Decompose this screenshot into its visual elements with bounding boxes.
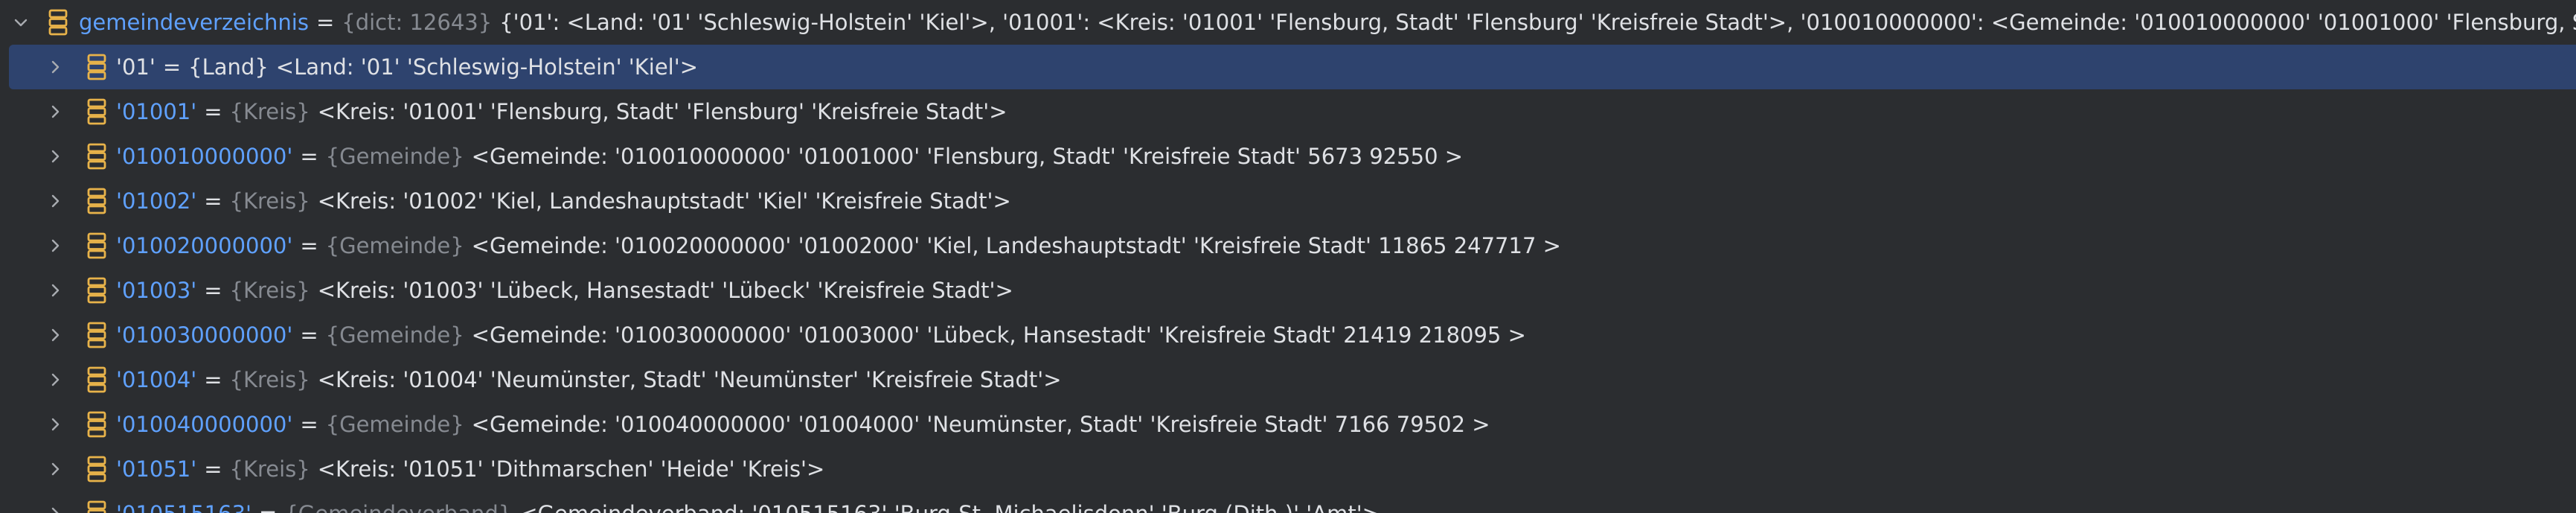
tree-row[interactable]: '010030000000' = {Gemeinde} <Gemeinde: '010…: [0, 313, 2576, 357]
variable-value: <Kreis: '01003' 'Lübeck, Hansestadt' 'Lü…: [317, 278, 1013, 303]
chevron-down-icon[interactable]: [6, 7, 36, 37]
variable-value: <Kreis: '01001' 'Flensburg, Stadt' 'Flen…: [317, 99, 1007, 124]
chevron-right-icon[interactable]: [40, 186, 70, 216]
chevron-right-icon[interactable]: [40, 52, 70, 82]
tree-row[interactable]: '01004' = {Kreis} <Kreis: '01004' 'Neumünst…: [0, 357, 2576, 402]
variable-type: {Kreis}: [229, 456, 310, 482]
variable-type: {Gemeinde}: [325, 144, 464, 169]
tree-row[interactable]: '01001' = {Kreis} <Kreis: '01001' 'Flensbur…: [0, 89, 2576, 134]
variable-type: {Land}: [188, 54, 269, 80]
chevron-right-icon[interactable]: [40, 141, 70, 171]
tree-row-text: '01003' = {Kreis} <Kreis: '01003' 'Lübeck, …: [116, 268, 1013, 313]
equals-sign: =: [300, 412, 318, 437]
equals-sign: =: [204, 278, 222, 303]
variable-icon: [85, 320, 109, 350]
tree-row-text: '010030000000' = {Gemeinde} <Gemeinde: '010…: [116, 313, 1526, 357]
tree-row-text: '01002' = {Kreis} <Kreis: '01002' 'Kiel, La…: [116, 179, 1011, 223]
tree-row[interactable]: '010040000000' = {Gemeinde} <Gemeinde: '010…: [0, 402, 2576, 447]
variable-type: {Kreis}: [229, 99, 310, 124]
tree-row[interactable]: '01003' = {Kreis} <Kreis: '01003' 'Lübeck, …: [0, 268, 2576, 313]
tree-row-text: '010515163' = {Gemeindeverband} <Gemeindeve…: [116, 491, 1380, 513]
equals-sign: =: [300, 322, 318, 348]
equals-sign: =: [300, 144, 318, 169]
tree-row[interactable]: '010515163' = {Gemeindeverband} <Gemeindeve…: [0, 491, 2576, 513]
variable-icon: [85, 231, 109, 261]
tree-row-text: '010040000000' = {Gemeinde} <Gemeinde: '010…: [116, 402, 1490, 447]
variable-type: {Gemeinde}: [325, 412, 464, 437]
variable-type: {Gemeinde}: [325, 233, 464, 258]
variable-icon: [46, 7, 70, 37]
variable-name: '010040000000': [116, 412, 293, 437]
chevron-right-icon[interactable]: [40, 97, 70, 127]
equals-sign: =: [204, 456, 222, 482]
variable-value: <Gemeindeverband: '010515163' 'Burg-St. …: [519, 501, 1380, 513]
tree-row[interactable]: '01' = {Land} <Land: '01' 'Schleswig-Holste…: [9, 45, 2576, 89]
equals-sign: =: [204, 188, 222, 214]
chevron-right-icon[interactable]: [40, 231, 70, 261]
tree-row-text: gemeindeverzeichnis = {dict: 12643} {'01…: [79, 0, 2576, 45]
variable-icon: [85, 365, 109, 395]
variable-icon: [85, 186, 109, 216]
variable-icon: [85, 410, 109, 439]
tree-row-text: '01004' = {Kreis} <Kreis: '01004' 'Neumünst…: [116, 357, 1062, 402]
variable-icon: [85, 454, 109, 484]
tree-row-text: '01001' = {Kreis} <Kreis: '01001' 'Flensbur…: [116, 89, 1007, 134]
equals-sign: =: [315, 10, 335, 35]
variable-value: <Gemeinde: '010010000000' '01001000' 'Fl…: [471, 144, 1464, 169]
variable-value: <Land: '01' 'Schleswig-Holstein' 'Kiel'>: [275, 54, 698, 80]
chevron-right-icon[interactable]: [40, 410, 70, 439]
equals-sign: =: [259, 501, 277, 513]
variable-name: gemeindeverzeichnis: [79, 10, 309, 35]
chevron-right-icon[interactable]: [40, 499, 70, 513]
equals-sign: =: [162, 54, 182, 80]
variable-value: <Kreis: '01051' 'Dithmarschen' 'Heide' '…: [317, 456, 825, 482]
chevron-right-icon[interactable]: [40, 320, 70, 350]
tree-row-text: '010010000000' = {Gemeinde} <Gemeinde: '010…: [116, 134, 1463, 179]
variable-icon: [85, 275, 109, 305]
variable-type: {dict: 12643}: [342, 10, 493, 35]
variable-name: '010020000000': [116, 233, 293, 258]
chevron-right-icon[interactable]: [40, 365, 70, 395]
variable-type: {Kreis}: [229, 188, 310, 214]
variable-name: '010515163': [116, 501, 251, 513]
variable-icon: [85, 97, 109, 127]
tree-row[interactable]: '010010000000' = {Gemeinde} <Gemeinde: '010…: [0, 134, 2576, 179]
tree-row[interactable]: '01051' = {Kreis} <Kreis: '01051' 'Dithmars…: [0, 447, 2576, 491]
variable-type: {Kreis}: [229, 367, 310, 392]
variable-name: '01004': [116, 367, 197, 392]
variable-value: <Gemeinde: '010030000000' '01003000' 'Lü…: [471, 322, 1526, 348]
variable-name: '010030000000': [116, 322, 293, 348]
variable-value: <Gemeinde: '010040000000' '01004000' 'Ne…: [471, 412, 1490, 437]
tree-row-text: '01' = {Land} <Land: '01' 'Schleswig-Holste…: [116, 45, 698, 89]
chevron-right-icon[interactable]: [40, 275, 70, 305]
variable-name: '01': [116, 54, 156, 80]
equals-sign: =: [204, 99, 222, 124]
variable-name: '01001': [116, 99, 197, 124]
equals-sign: =: [300, 233, 318, 258]
equals-sign: =: [204, 367, 222, 392]
variable-name: '01002': [116, 188, 197, 214]
tree-row-root[interactable]: gemeindeverzeichnis = {dict: 12643} {'01…: [0, 0, 2576, 45]
variable-icon: [85, 499, 109, 513]
variable-value: <Kreis: '01004' 'Neumünster, Stadt' 'Neu…: [317, 367, 1062, 392]
variable-name: '01003': [116, 278, 197, 303]
debugger-variables-tree: gemeindeverzeichnis = {dict: 12643} {'01…: [0, 0, 2576, 513]
chevron-right-icon[interactable]: [40, 454, 70, 484]
tree-row-text: '010020000000' = {Gemeinde} <Gemeinde: '010…: [116, 223, 1561, 268]
variable-value: {'01': <Land: '01' 'Schleswig-Holstein' …: [499, 10, 2576, 35]
variable-value: <Kreis: '01002' 'Kiel, Landeshauptstadt'…: [317, 188, 1011, 214]
variable-name: '01051': [116, 456, 197, 482]
tree-row[interactable]: '010020000000' = {Gemeinde} <Gemeinde: '010…: [0, 223, 2576, 268]
variable-type: {Kreis}: [229, 278, 310, 303]
tree-row-text: '01051' = {Kreis} <Kreis: '01051' 'Dithmars…: [116, 447, 824, 491]
variable-name: '010010000000': [116, 144, 293, 169]
tree-row[interactable]: '01002' = {Kreis} <Kreis: '01002' 'Kiel, La…: [0, 179, 2576, 223]
variable-type: {Gemeindeverband}: [284, 501, 512, 513]
variable-icon: [85, 52, 109, 82]
variable-type: {Gemeinde}: [325, 322, 464, 348]
variable-icon: [85, 141, 109, 171]
variable-value: <Gemeinde: '010020000000' '01002000' 'Ki…: [471, 233, 1561, 258]
